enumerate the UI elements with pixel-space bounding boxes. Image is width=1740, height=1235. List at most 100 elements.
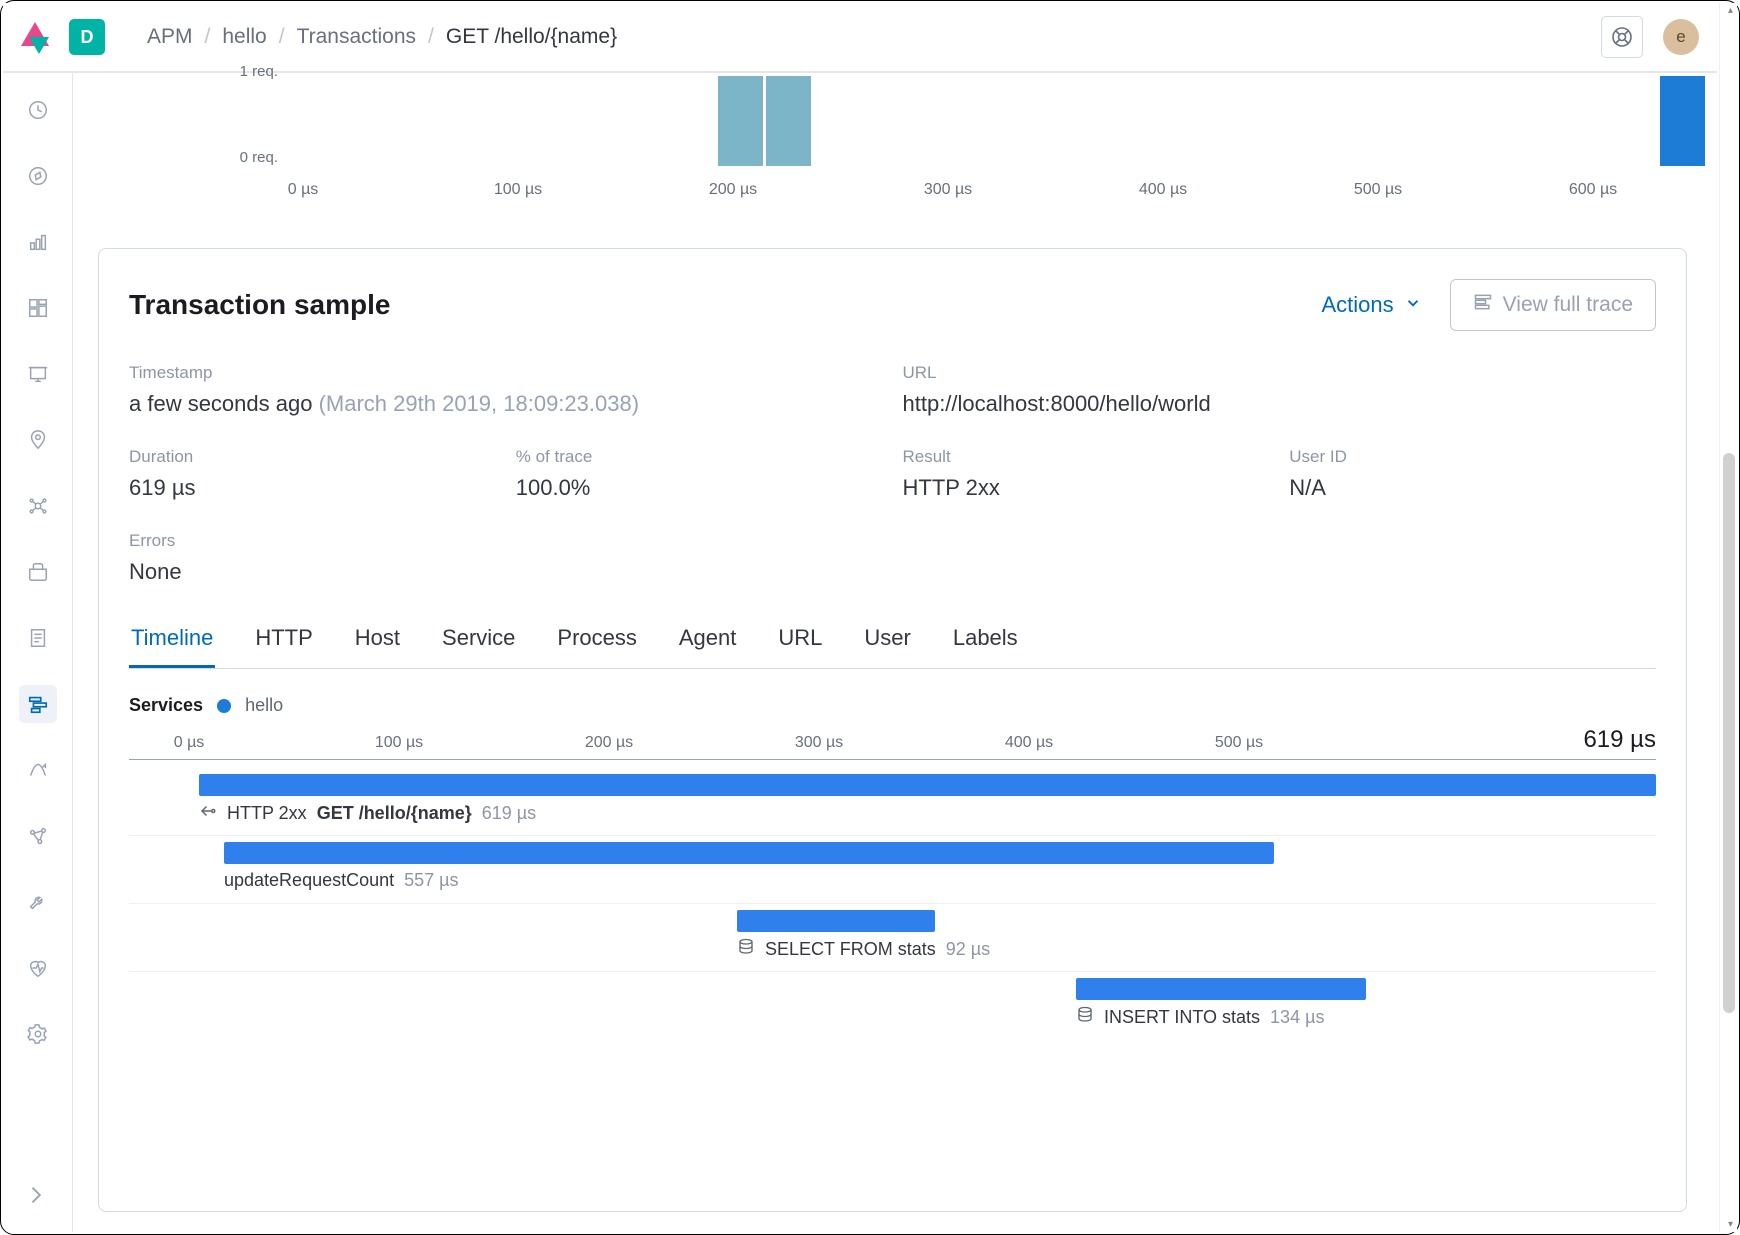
- breadcrumb-sep: /: [279, 25, 285, 49]
- tab-user[interactable]: User: [862, 611, 912, 668]
- histogram-bar-selected[interactable]: [1660, 76, 1705, 166]
- meta-label: Errors: [129, 531, 1656, 551]
- span-duration: 619 µs: [482, 803, 536, 824]
- database-icon: [737, 938, 755, 961]
- meta-label: User ID: [1289, 447, 1656, 467]
- span-bar: [224, 842, 1274, 864]
- recently-viewed-icon[interactable]: [19, 91, 57, 129]
- histogram-x-tick: 200 µs: [709, 181, 757, 199]
- avatar[interactable]: e: [1663, 19, 1699, 55]
- span-bar: [199, 774, 1656, 796]
- space-selector[interactable]: D: [69, 19, 105, 55]
- span-duration: 134 µs: [1270, 1007, 1324, 1028]
- tab-process[interactable]: Process: [555, 611, 638, 668]
- management-icon[interactable]: [19, 1015, 57, 1053]
- chevron-down-icon: [1404, 292, 1422, 318]
- meta-value: http://localhost:8000/hello/world: [903, 391, 1657, 417]
- breadcrumb: APM / hello / Transactions / GET /hello/…: [147, 25, 617, 49]
- meta-value: 619 µs: [129, 475, 496, 501]
- histogram-x-tick: 100 µs: [494, 181, 542, 199]
- breadcrumb-sep: /: [205, 25, 211, 49]
- timestamp-absolute: (March 29th 2019, 18:09:23.038): [319, 391, 639, 416]
- span-row[interactable]: INSERT INTO stats 134 µs: [129, 972, 1656, 1040]
- scroll-up-arrow[interactable]: ▴: [1728, 5, 1733, 16]
- view-full-trace-button[interactable]: View full trace: [1450, 279, 1656, 331]
- visualize-icon[interactable]: [19, 223, 57, 261]
- histogram-x-tick: 400 µs: [1139, 181, 1187, 199]
- span-waterfall: HTTP 2xx GET /hello/{name} 619 µs update…: [129, 768, 1656, 1040]
- collapse-nav-icon[interactable]: [19, 1176, 57, 1214]
- apm-icon[interactable]: [19, 685, 57, 723]
- meta-duration: Duration 619 µs: [129, 447, 496, 501]
- latency-histogram[interactable]: 1 req. 0 req. 0 µs 100 µs 200 µs 300 µs …: [178, 71, 1687, 211]
- span-row[interactable]: SELECT FROM stats 92 µs: [129, 904, 1656, 972]
- scale-tick: 500 µs: [1215, 734, 1263, 752]
- meta-label: Result: [903, 447, 1270, 467]
- trace-icon: [1473, 292, 1493, 318]
- transaction-sample-panel: Transaction sample Actions View full tra…: [98, 248, 1687, 1212]
- service-color-dot: [217, 699, 231, 713]
- meta-userid: User ID N/A: [1289, 447, 1656, 501]
- service-name: hello: [245, 695, 283, 716]
- tab-http[interactable]: HTTP: [253, 611, 314, 668]
- monitoring-icon[interactable]: [19, 949, 57, 987]
- span-name: SELECT FROM stats: [765, 939, 936, 960]
- breadcrumb-item[interactable]: Transactions: [297, 25, 416, 49]
- span-duration: 92 µs: [946, 939, 990, 960]
- left-nav-rail: [3, 73, 73, 1232]
- tab-service[interactable]: Service: [440, 611, 517, 668]
- histogram-bar[interactable]: [718, 76, 763, 166]
- scale-tick: 300 µs: [795, 734, 843, 752]
- dashboard-icon[interactable]: [19, 289, 57, 327]
- meta-value: None: [129, 559, 1656, 585]
- uptime-icon[interactable]: [19, 751, 57, 789]
- incoming-request-icon: [199, 802, 217, 825]
- view-trace-label: View full trace: [1503, 293, 1633, 317]
- span-bar: [1076, 978, 1366, 1000]
- meta-label: URL: [903, 363, 1657, 383]
- kibana-logo[interactable]: [21, 22, 51, 52]
- histogram-x-tick: 600 µs: [1569, 181, 1617, 199]
- devtools-icon[interactable]: [19, 883, 57, 921]
- timestamp-relative: a few seconds ago: [129, 391, 312, 416]
- breadcrumb-item[interactable]: hello: [222, 25, 266, 49]
- help-icon[interactable]: [1601, 16, 1643, 58]
- maps-icon[interactable]: [19, 421, 57, 459]
- histogram-x-tick: 500 µs: [1354, 181, 1402, 199]
- meta-value: HTTP 2xx: [903, 475, 1270, 501]
- meta-pct: % of trace 100.0%: [516, 447, 883, 501]
- span-name: updateRequestCount: [224, 870, 394, 891]
- timeline-scale: 0 µs 100 µs 200 µs 300 µs 400 µs 500 µs …: [129, 730, 1656, 760]
- tab-agent[interactable]: Agent: [677, 611, 739, 668]
- content-area: 1 req. 0 req. 0 µs 100 µs 200 µs 300 µs …: [73, 73, 1717, 1232]
- discover-icon[interactable]: [19, 157, 57, 195]
- tab-host[interactable]: Host: [353, 611, 402, 668]
- tab-timeline[interactable]: Timeline: [129, 611, 215, 668]
- span-row[interactable]: HTTP 2xx GET /hello/{name} 619 µs: [129, 768, 1656, 836]
- actions-dropdown[interactable]: Actions: [1322, 292, 1422, 318]
- histogram-y-label: 0 req.: [218, 149, 278, 166]
- span-row[interactable]: updateRequestCount 557 µs: [129, 836, 1656, 904]
- scroll-thumb[interactable]: [1723, 453, 1735, 1013]
- services-label: Services: [129, 695, 203, 716]
- tab-url[interactable]: URL: [776, 611, 824, 668]
- histogram-bar[interactable]: [766, 76, 811, 166]
- breadcrumb-current: GET /hello/{name}: [446, 25, 617, 49]
- detail-tabs: Timeline HTTP Host Service Process Agent…: [129, 611, 1656, 669]
- infrastructure-icon[interactable]: [19, 553, 57, 591]
- logs-icon[interactable]: [19, 619, 57, 657]
- meta-timestamp: Timestamp a few seconds ago (March 29th …: [129, 363, 883, 417]
- breadcrumb-item[interactable]: APM: [147, 25, 193, 49]
- canvas-icon[interactable]: [19, 355, 57, 393]
- tab-labels[interactable]: Labels: [951, 611, 1020, 668]
- graph-icon[interactable]: [19, 817, 57, 855]
- vertical-scrollbar[interactable]: ▴ ▾: [1719, 3, 1737, 1232]
- histogram-x-tick: 300 µs: [924, 181, 972, 199]
- scale-tick: 400 µs: [1005, 734, 1053, 752]
- meta-label: Duration: [129, 447, 496, 467]
- meta-label: Timestamp: [129, 363, 883, 383]
- meta-value: 100.0%: [516, 475, 883, 501]
- ml-icon[interactable]: [19, 487, 57, 525]
- scroll-down-arrow[interactable]: ▾: [1728, 1219, 1733, 1230]
- histogram-x-tick: 0 µs: [288, 181, 319, 199]
